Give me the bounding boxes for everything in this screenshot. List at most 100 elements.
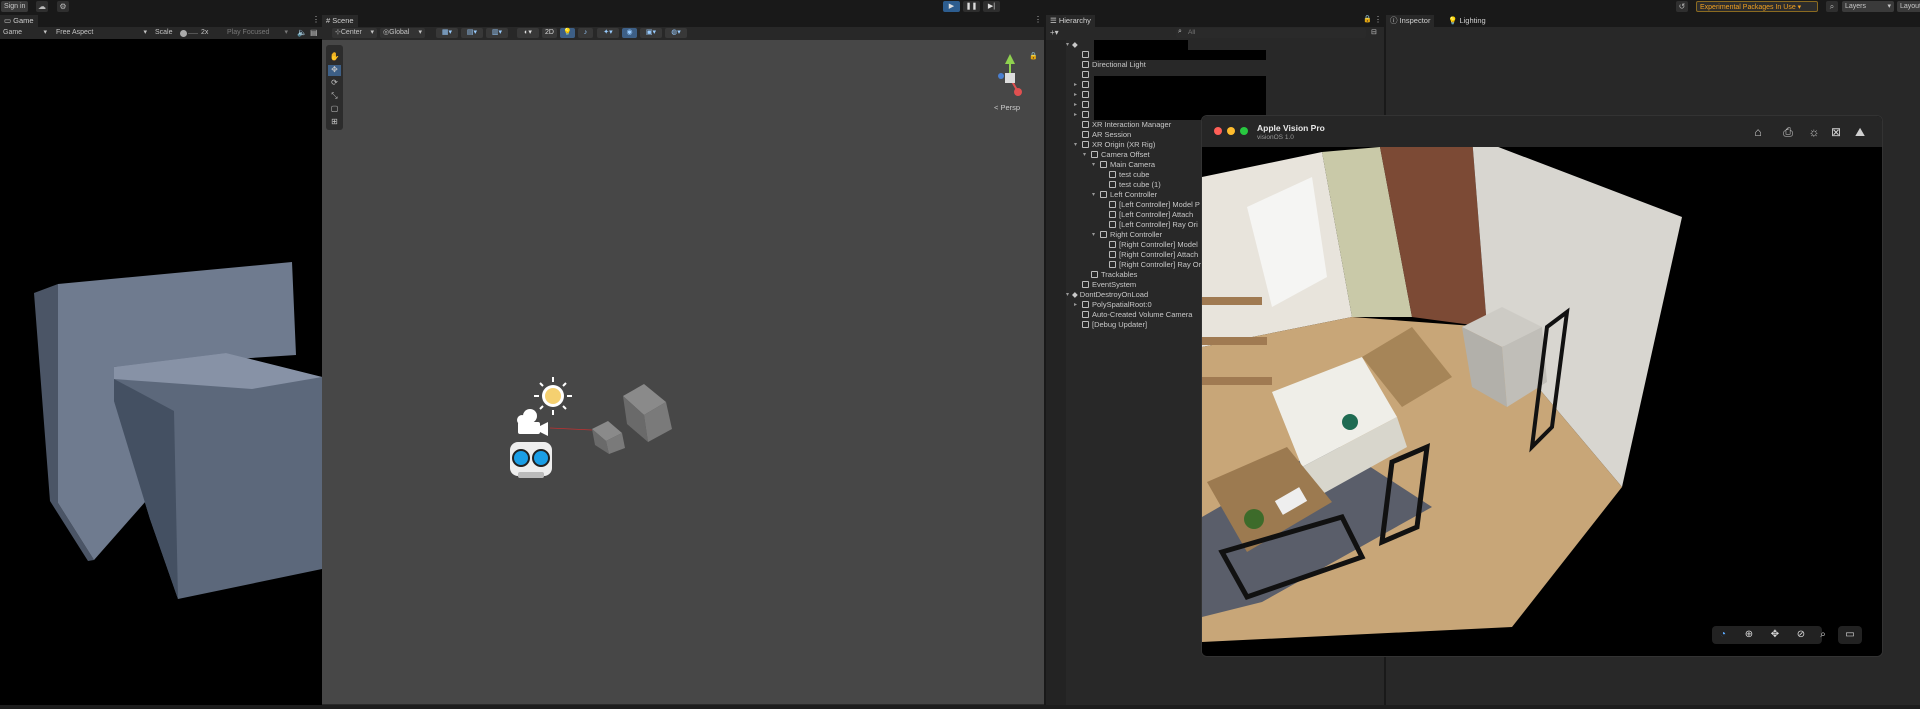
scene-root-row[interactable]: ▾ ◆ (1066, 40, 1080, 50)
kebab-menu-icon[interactable]: ⋮ (1034, 15, 1042, 24)
test-cube-object[interactable] (623, 384, 672, 442)
grid-snap-icon[interactable]: ▦▾ (436, 28, 458, 38)
chevron-right-icon[interactable]: ▸ (1074, 90, 1077, 100)
chevron-down-icon[interactable]: ▾ (1074, 140, 1077, 150)
experimental-packages-button[interactable]: Experimental Packages In Use ▾ (1696, 1, 1818, 12)
step-button[interactable]: ▶| (983, 1, 1000, 12)
tab-game[interactable]: ▭ Game (0, 15, 38, 27)
pause-button[interactable]: ❚❚ (963, 1, 980, 12)
camera-icon[interactable] (517, 409, 548, 436)
pivot-dropdown[interactable]: ⊹Center ▾ (332, 28, 377, 38)
xr-rig-icon[interactable] (510, 442, 552, 478)
search-icon[interactable]: ⌕ (1826, 1, 1838, 12)
scene-viewport[interactable] (322, 40, 1044, 709)
chevron-down-icon[interactable]: ▾ (1066, 290, 1069, 300)
scale-slider-track[interactable] (188, 33, 198, 34)
screenshot-icon[interactable]: ⎙ (1780, 124, 1796, 140)
history-icon[interactable]: ↺ (1676, 1, 1688, 12)
game-viewport[interactable] (0, 39, 322, 709)
environment-icon[interactable]: ⊠ (1828, 124, 1844, 140)
hierarchy-row[interactable]: ▸ PolySpatialRoot:0 (1074, 300, 1152, 310)
minimize-window-button[interactable] (1227, 127, 1235, 135)
hierarchy-row[interactable]: [Left Controller] Attach (1109, 210, 1193, 220)
hidden-objects-icon[interactable]: ◉ (622, 28, 637, 38)
record-camera-icon[interactable]: ▭ (1838, 626, 1862, 644)
hierarchy-row[interactable]: [Left Controller] Ray Ori (1109, 220, 1198, 230)
vertex-snap-icon[interactable]: ▥▾ (486, 28, 508, 38)
hierarchy-row[interactable]: [Left Controller] Model P (1109, 200, 1200, 210)
hierarchy-row[interactable]: test cube (1109, 170, 1149, 180)
hierarchy-row[interactable]: AR Session (1082, 130, 1131, 140)
hierarchy-row[interactable]: ▾ Camera Offset (1083, 150, 1150, 160)
chevron-down-icon[interactable]: ▾ (1092, 160, 1095, 170)
hierarchy-row[interactable]: ▾ Left Controller (1092, 190, 1157, 200)
tab-scene[interactable]: # Scene (322, 15, 358, 27)
lighting-toggle-icon[interactable]: 💡 (560, 28, 575, 38)
chevron-down-icon[interactable]: ▾ (1092, 230, 1095, 240)
hierarchy-row-redacted[interactable]: ▸ (1074, 100, 1092, 110)
hierarchy-row[interactable]: test cube (1) (1109, 180, 1161, 190)
hierarchy-row[interactable]: [Right Controller] Ray Or (1109, 260, 1201, 270)
hierarchy-row[interactable]: [Right Controller] Attach (1109, 250, 1198, 260)
hierarchy-row[interactable]: Auto-Created Volume Camera (1082, 310, 1192, 320)
aspect-dropdown[interactable]: Free Aspect ▾ (53, 28, 150, 38)
simulator-title-bar[interactable]: Apple Vision Pro visionOS 1.0 ⌂ ⎙ ☼ ⊠ ⛰ (1202, 116, 1882, 147)
kebab-menu-icon[interactable]: ⋮ (1374, 15, 1382, 24)
snap-increment-icon[interactable]: ▤▾ (461, 28, 483, 38)
close-window-button[interactable] (1214, 127, 1222, 135)
zoom-icon[interactable]: ⌕ (1816, 628, 1830, 642)
hierarchy-search-field[interactable]: ⌕ All (1176, 28, 1366, 38)
look-around-icon[interactable]: ⊕ (1742, 628, 1756, 642)
draw-mode-icon[interactable]: ◐▾ (517, 28, 539, 38)
gizmos-icon[interactable]: ◍▾ (665, 28, 687, 38)
gear-icon[interactable]: ⚙ (57, 1, 69, 12)
lock-icon[interactable]: 🔒 (1363, 15, 1372, 23)
tab-inspector[interactable]: ⓘ Inspector (1386, 15, 1435, 27)
zoom-window-button[interactable] (1240, 127, 1248, 135)
kebab-menu-icon[interactable]: ⋮ (312, 15, 320, 24)
hierarchy-row[interactable]: ▾ XR Origin (XR Rig) (1074, 140, 1155, 150)
hierarchy-row[interactable]: [Debug Updater] (1082, 320, 1147, 330)
chevron-right-icon[interactable]: ▸ (1074, 300, 1077, 310)
sign-in-button[interactable]: Sign in (1, 1, 29, 12)
sun-icon[interactable] (534, 377, 572, 415)
layout-dropdown[interactable]: Layout (1897, 1, 1920, 12)
tab-lighting[interactable]: 💡 Lighting (1444, 15, 1490, 27)
display-dropdown[interactable]: Game ▾ (0, 28, 50, 38)
tab-hierarchy[interactable]: ☰ Hierarchy (1046, 15, 1095, 27)
play-focused-dropdown[interactable]: Play Focused ▾ (224, 28, 291, 38)
hierarchy-row-redacted[interactable] (1082, 70, 1092, 80)
test-cube-1-object[interactable] (592, 421, 625, 454)
hierarchy-row[interactable]: Directional Light (1082, 60, 1146, 70)
stats-icon[interactable]: ▤ (310, 28, 318, 37)
chevron-down-icon[interactable]: ▾ (1092, 190, 1095, 200)
chevron-down-icon[interactable]: ▾ (1066, 40, 1069, 50)
chevron-right-icon[interactable]: ▸ (1074, 80, 1077, 90)
vision-pro-simulator-window[interactable]: Apple Vision Pro visionOS 1.0 ⌂ ⎙ ☼ ⊠ ⛰ (1201, 115, 1883, 657)
brightness-icon[interactable]: ☼ (1806, 124, 1822, 140)
home-icon[interactable]: ⌂ (1750, 124, 1766, 140)
hierarchy-row[interactable]: Trackables (1091, 270, 1137, 280)
audio-toggle-icon[interactable]: ♪ (578, 28, 593, 38)
simulator-viewport[interactable] (1202, 147, 1883, 657)
pan-icon[interactable]: ✥ (1768, 628, 1782, 642)
chevron-right-icon[interactable]: ▸ (1074, 100, 1077, 110)
mute-audio-icon[interactable]: 🔈 (297, 28, 307, 37)
interact-icon[interactable]: ◔ (1716, 628, 1730, 642)
play-button[interactable]: ▶ (943, 1, 960, 12)
hierarchy-row[interactable]: ▾ Right Controller (1092, 230, 1162, 240)
scene-visibility-icon[interactable]: ⊟ (1371, 28, 1377, 36)
hierarchy-row-redacted[interactable]: ▸ (1074, 90, 1092, 100)
hierarchy-row[interactable]: XR Interaction Manager (1082, 120, 1171, 130)
camera-settings-icon[interactable]: ▣▾ (640, 28, 662, 38)
create-dropdown[interactable]: +▾ (1050, 28, 1059, 37)
layers-dropdown[interactable]: Layers ▾ (1842, 1, 1894, 12)
hierarchy-row[interactable]: [Right Controller] Model (1109, 240, 1198, 250)
orbit-icon[interactable]: ⊘ (1794, 628, 1808, 642)
scale-slider-handle[interactable] (180, 30, 187, 37)
toggle-2d-button[interactable]: 2D (542, 28, 557, 38)
hierarchy-row-redacted[interactable]: ▸ (1074, 80, 1092, 90)
chevron-right-icon[interactable]: ▸ (1074, 110, 1077, 120)
cloud-icon[interactable]: ☁ (36, 1, 48, 12)
hierarchy-row[interactable]: EventSystem (1082, 280, 1136, 290)
